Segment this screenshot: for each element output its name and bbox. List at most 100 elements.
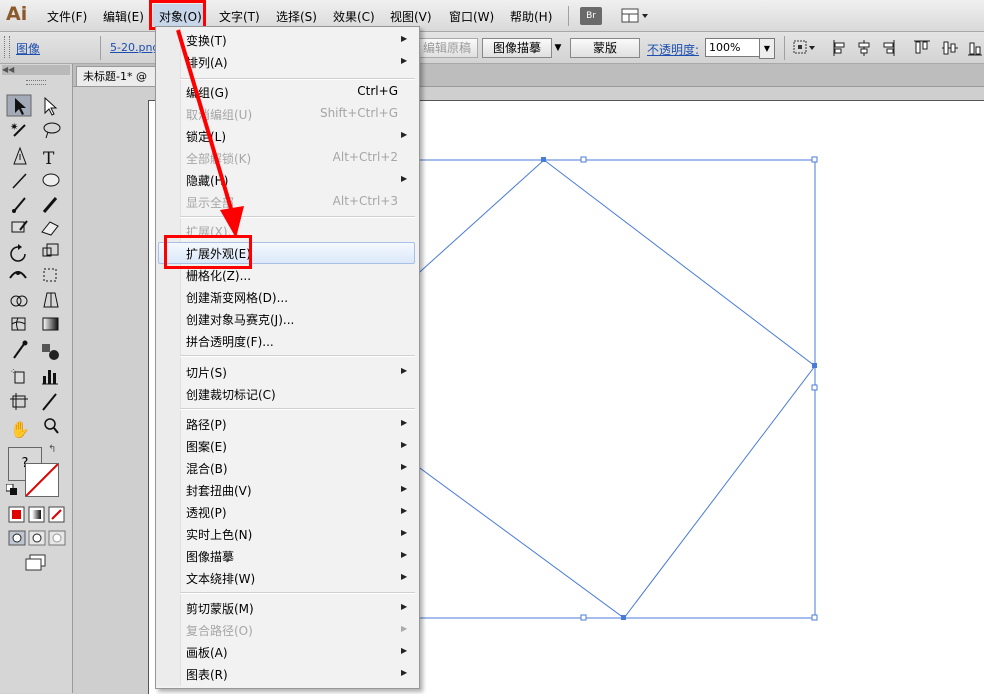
gradient-tool-icon[interactable] — [42, 317, 59, 331]
bridge-button[interactable]: Br — [580, 7, 602, 25]
menu-item-blend[interactable]: 混合(B) — [186, 460, 228, 477]
direct-selection-tool-icon[interactable] — [44, 96, 58, 116]
align-bottom-icon[interactable] — [968, 42, 982, 56]
none-stroke-icon — [26, 464, 58, 496]
menu-file[interactable]: 文件(F) — [47, 8, 87, 25]
trace-dropdown-icon[interactable]: ▼ — [551, 38, 565, 58]
column-graph-tool-icon[interactable] — [42, 370, 58, 385]
width-tool-icon[interactable] — [9, 271, 27, 279]
menu-item-path[interactable]: 路径(P) — [186, 416, 227, 433]
menu-effect[interactable]: 效果(C) — [333, 8, 375, 25]
pencil-tool-icon[interactable] — [42, 197, 58, 213]
bbox-handle-bottom-right[interactable] — [811, 614, 818, 621]
svg-text:✷: ✷ — [10, 122, 18, 133]
draw-behind-icon[interactable] — [28, 530, 46, 546]
lasso-tool-icon[interactable] — [43, 122, 61, 139]
menu-item-clipping-mask[interactable]: 剪切蒙版(M) — [186, 600, 254, 617]
menu-item-trim-marks[interactable]: 创建裁切标记(C) — [186, 386, 276, 403]
draw-normal-icon[interactable] — [8, 530, 26, 546]
opacity-label[interactable]: 不透明度: — [647, 41, 699, 58]
tool-panel-collapse-icon[interactable]: ◀◀ — [2, 65, 70, 75]
ellipse-tool-icon[interactable] — [42, 173, 60, 187]
menu-item-object-mosaic[interactable]: 创建对象马赛克(J)... — [186, 311, 294, 328]
menu-item-live-paint[interactable]: 实时上色(N) — [186, 526, 252, 543]
control-bar-grip — [4, 36, 10, 58]
panel-label-image[interactable]: 图像 — [16, 40, 40, 57]
align-right-icon[interactable] — [883, 40, 895, 56]
menu-item-graph[interactable]: 图表(R) — [186, 666, 228, 683]
blob-brush-tool-icon[interactable] — [11, 220, 28, 233]
opacity-dropdown-icon[interactable]: ▼ — [759, 38, 775, 59]
draw-inside-icon[interactable] — [48, 530, 66, 546]
shortcut-show-all: Alt+Ctrl+3 — [332, 194, 398, 208]
mask-button[interactable]: 蒙版 — [570, 38, 640, 58]
hand-tool-icon[interactable]: ✋ — [10, 420, 30, 439]
menu-select[interactable]: 选择(S) — [276, 8, 317, 25]
zoom-tool-icon[interactable] — [44, 418, 59, 434]
image-trace-button[interactable]: 图像描摹 — [482, 38, 552, 58]
ctrl-divider — [100, 36, 101, 60]
shape-builder-tool-icon[interactable] — [10, 295, 28, 307]
menu-item-compound-path[interactable]: 复合路径(O) — [186, 622, 253, 639]
menu-item-perspective[interactable]: 透视(P) — [186, 504, 227, 521]
menu-item-text-wrap[interactable]: 文本绕排(W) — [186, 570, 255, 587]
align-hcenter-icon[interactable] — [858, 40, 870, 56]
bbox-handle-bottom[interactable] — [580, 614, 587, 621]
paintbrush-tool-icon[interactable] — [12, 197, 26, 213]
blend-tool-icon[interactable] — [42, 344, 59, 360]
type-tool-icon[interactable]: T — [43, 149, 55, 169]
menu-window[interactable]: 窗口(W) — [449, 8, 494, 25]
transform-reference-icon[interactable] — [793, 40, 815, 54]
scale-tool-icon[interactable] — [42, 243, 59, 257]
menu-item-image-trace[interactable]: 图像描摹 — [186, 548, 234, 565]
menu-item-rasterize[interactable]: 栅格化(Z)... — [186, 267, 251, 284]
anchor-point-bottom[interactable] — [621, 615, 626, 620]
pen-tool-icon[interactable] — [13, 146, 27, 165]
menu-view[interactable]: 视图(V) — [390, 8, 432, 25]
default-colors-icon[interactable] — [5, 483, 17, 495]
none-mode-icon[interactable] — [48, 506, 65, 523]
eyedropper-tool-icon[interactable] — [13, 340, 28, 359]
line-tool-icon[interactable] — [12, 173, 27, 189]
color-mode-buttons — [8, 506, 65, 523]
menu-item-flatten-transparency[interactable]: 拼合透明度(F)... — [186, 333, 274, 350]
eraser-tool-icon[interactable] — [41, 221, 59, 236]
align-top-icon[interactable] — [914, 40, 930, 54]
align-left-icon[interactable] — [833, 40, 845, 56]
magic-wand-tool-icon[interactable]: ✷ — [10, 122, 26, 137]
document-tab[interactable]: 未标题-1* @ — [76, 66, 156, 86]
menubar-divider — [568, 6, 569, 26]
swap-fill-stroke-icon[interactable]: ↰ — [48, 444, 56, 455]
edit-original-button[interactable]: 编辑原稿 — [416, 38, 478, 58]
menu-help[interactable]: 帮助(H) — [510, 8, 552, 25]
bbox-handle-top-right[interactable] — [811, 156, 818, 163]
menu-edit[interactable]: 编辑(E) — [103, 8, 144, 25]
color-mode-icon[interactable] — [8, 506, 25, 523]
bbox-handle-right[interactable] — [811, 384, 818, 391]
anchor-point-right[interactable] — [812, 363, 817, 368]
free-transform-tool-icon[interactable] — [43, 268, 57, 282]
menu-item-envelope-distort[interactable]: 封套扭曲(V) — [186, 482, 252, 499]
menu-item-artboards[interactable]: 画板(A) — [186, 644, 228, 661]
menu-item-pattern[interactable]: 图案(E) — [186, 438, 227, 455]
menu-item-gradient-mesh[interactable]: 创建渐变网格(D)... — [186, 289, 288, 306]
submenu-arrow-icon: ▶ — [401, 528, 408, 537]
stroke-swatch[interactable] — [25, 463, 59, 497]
artboard-tool-icon[interactable] — [10, 393, 28, 410]
symbol-sprayer-tool-icon[interactable]: ⁘ — [10, 367, 25, 384]
perspective-grid-tool-icon[interactable] — [43, 292, 59, 308]
anchor-point-top[interactable] — [541, 157, 546, 162]
tool-panel-grip — [26, 80, 46, 85]
opacity-input[interactable]: 100% — [705, 38, 766, 57]
workspace-switcher[interactable] — [620, 7, 650, 25]
align-vcenter-icon[interactable] — [942, 41, 958, 55]
screen-mode-icon[interactable] — [24, 554, 48, 572]
toolbox-icons: ✷ T ⁘ ✋ — [6, 94, 61, 439]
drawing-mode-buttons — [8, 530, 66, 546]
rotate-tool-icon[interactable] — [10, 244, 26, 262]
gradient-mode-icon[interactable] — [28, 506, 45, 523]
menu-item-slice[interactable]: 切片(S) — [186, 364, 227, 381]
bbox-handle-top[interactable] — [580, 156, 587, 163]
slice-tool-icon[interactable] — [42, 393, 57, 411]
mesh-tool-icon[interactable] — [11, 317, 26, 331]
